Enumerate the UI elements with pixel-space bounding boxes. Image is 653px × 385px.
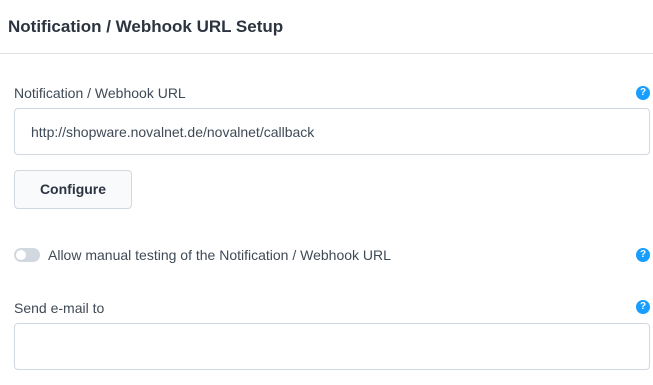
- send-email-label: Send e-mail to: [14, 300, 105, 316]
- card-header: Notification / Webhook URL Setup: [0, 0, 653, 54]
- card-title: Notification / Webhook URL Setup: [8, 17, 284, 36]
- manual-testing-label: Allow manual testing of the Notification…: [48, 247, 391, 263]
- question-circle-icon[interactable]: ?: [636, 86, 650, 100]
- webhook-setup-card: Notification / Webhook URL Setup Notific…: [0, 0, 653, 385]
- manual-testing-toggle[interactable]: [14, 248, 40, 262]
- configure-button[interactable]: Configure: [14, 170, 132, 209]
- send-email-input[interactable]: [14, 323, 650, 370]
- webhook-url-input[interactable]: [14, 108, 650, 155]
- question-circle-icon[interactable]: ?: [636, 248, 650, 262]
- toggle-knob: [16, 250, 26, 260]
- question-circle-icon[interactable]: ?: [636, 300, 650, 314]
- webhook-url-label: Notification / Webhook URL: [14, 85, 186, 101]
